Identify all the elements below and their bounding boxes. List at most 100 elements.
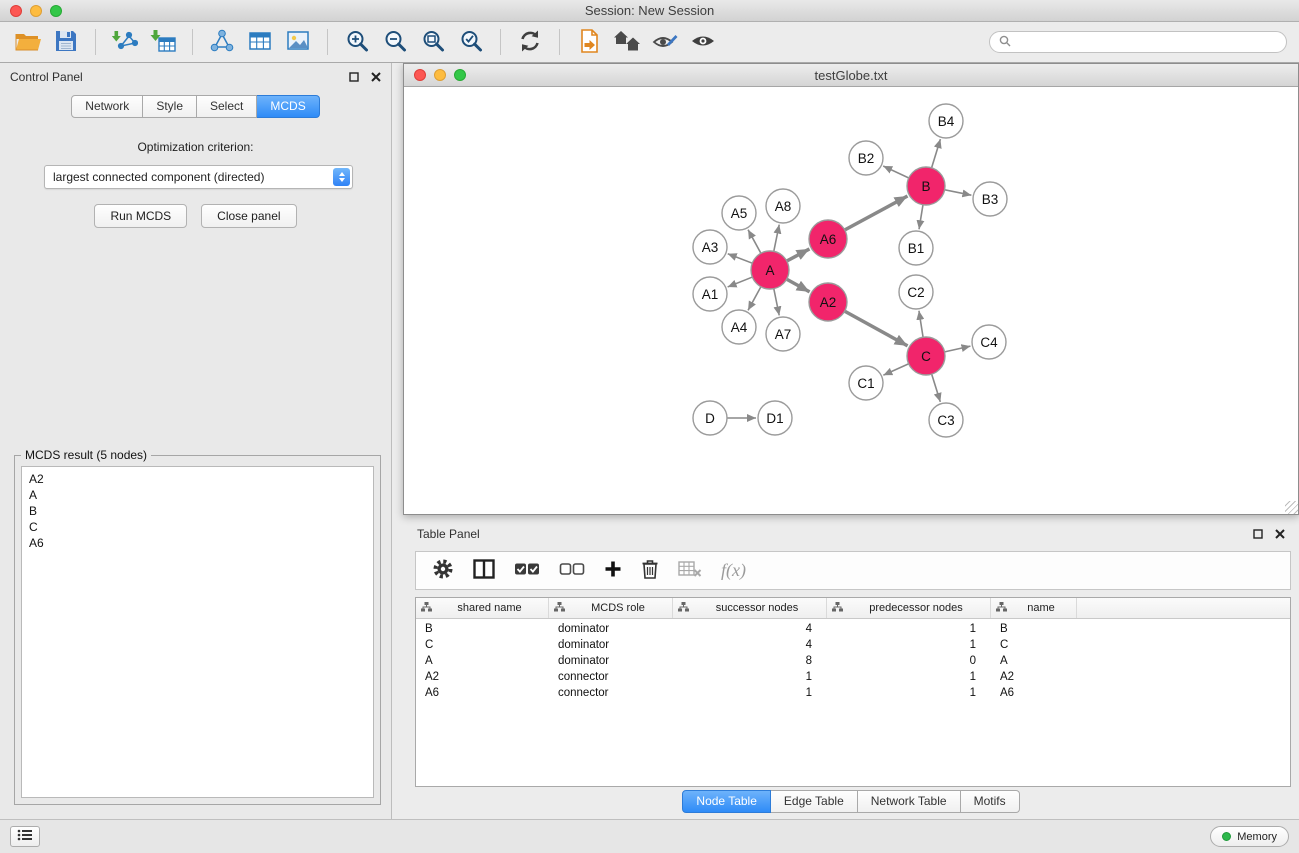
graph-node-A5[interactable]: A5 — [722, 196, 756, 230]
select-all-button[interactable] — [514, 556, 540, 586]
minimize-window-button[interactable] — [30, 5, 42, 17]
delete-column-button[interactable] — [641, 556, 659, 586]
table-cell: 1 — [827, 671, 991, 683]
graph-node-C3[interactable]: C3 — [929, 403, 963, 437]
open-session-button[interactable] — [10, 23, 46, 61]
show-hide-view-button[interactable] — [685, 23, 721, 61]
table-settings-button[interactable] — [432, 556, 454, 586]
import-table-button[interactable] — [145, 23, 181, 61]
graph-node-C4[interactable]: C4 — [972, 325, 1006, 359]
mcds-result-item[interactable]: B — [29, 503, 366, 519]
graph-node-C1[interactable]: C1 — [849, 366, 883, 400]
table-row[interactable]: Adominator80A — [416, 653, 1290, 669]
graph-node-B1[interactable]: B1 — [899, 231, 933, 265]
graph-node-A6[interactable]: A6 — [809, 220, 847, 258]
column-header-empty — [1077, 598, 1290, 618]
zoom-selected-button[interactable] — [453, 23, 489, 61]
table-panel-tabs: Node TableEdge TableNetwork TableMotifs — [403, 790, 1299, 813]
delete-table-button[interactable] — [678, 556, 702, 586]
add-column-button[interactable] — [604, 556, 622, 586]
run-mcds-button[interactable]: Run MCDS — [94, 204, 187, 228]
column-header-name[interactable]: name — [991, 598, 1077, 618]
mcds-result-item[interactable]: A6 — [29, 535, 366, 551]
open-network-from-url-button[interactable] — [571, 23, 607, 61]
zoom-in-button[interactable] — [339, 23, 375, 61]
mcds-result-item[interactable]: A — [29, 487, 366, 503]
graph-node-C2[interactable]: C2 — [899, 275, 933, 309]
import-network-button[interactable] — [107, 23, 143, 61]
new-network-button[interactable] — [204, 23, 240, 61]
table-cell: 0 — [827, 655, 991, 667]
svg-text:C: C — [921, 349, 931, 364]
graph-node-A8[interactable]: A8 — [766, 189, 800, 223]
tab-style[interactable]: Style — [143, 95, 197, 118]
graph-node-D[interactable]: D — [693, 401, 727, 435]
graph-node-A7[interactable]: A7 — [766, 317, 800, 351]
deselect-all-button[interactable] — [559, 556, 585, 586]
trash-icon — [641, 559, 659, 582]
tab-select[interactable]: Select — [197, 95, 257, 118]
zoom-out-button[interactable] — [377, 23, 413, 61]
tab-mcds[interactable]: MCDS — [257, 95, 319, 118]
mcds-result-item[interactable]: A2 — [29, 471, 366, 487]
close-panel-icon[interactable] — [371, 72, 381, 82]
resize-grip[interactable] — [1285, 501, 1298, 514]
column-header-successor-nodes[interactable]: successor nodes — [673, 598, 827, 618]
search-box[interactable] — [989, 31, 1287, 53]
graph-node-B3[interactable]: B3 — [973, 182, 1007, 216]
table-cell: A2 — [416, 671, 549, 683]
new-table-button[interactable] — [242, 23, 278, 61]
window-title: Session: New Session — [0, 3, 1299, 18]
graph-node-B[interactable]: B — [907, 167, 945, 205]
zoom-fit-button[interactable] — [415, 23, 451, 61]
graph-node-B2[interactable]: B2 — [849, 141, 883, 175]
status-bar: Memory — [0, 819, 1299, 853]
search-input[interactable] — [1016, 35, 1277, 49]
task-history-button[interactable] — [10, 826, 40, 847]
column-header-shared-name[interactable]: shared name — [416, 598, 549, 618]
table-tab-edge-table[interactable]: Edge Table — [771, 790, 858, 813]
table-tab-network-table[interactable]: Network Table — [858, 790, 961, 813]
table-row[interactable]: Bdominator41B — [416, 621, 1290, 637]
table-row[interactable]: A2connector11A2 — [416, 669, 1290, 685]
network-window-titlebar[interactable]: testGlobe.txt — [404, 64, 1298, 87]
mcds-result-list[interactable]: A2ABCA6 — [21, 466, 374, 798]
close-panel-button[interactable]: Close panel — [201, 204, 296, 228]
home-button[interactable] — [609, 23, 645, 61]
graph-node-C[interactable]: C — [907, 337, 945, 375]
memory-button[interactable]: Memory — [1210, 826, 1289, 847]
toggle-graphics-details-button[interactable] — [647, 23, 683, 61]
table-row[interactable]: A6connector11A6 — [416, 685, 1290, 701]
function-builder-button[interactable]: f(x) — [721, 556, 746, 586]
close-window-button[interactable] — [10, 5, 22, 17]
mcds-result-item[interactable]: C — [29, 519, 366, 535]
graph-node-A1[interactable]: A1 — [693, 277, 727, 311]
save-session-button[interactable] — [48, 23, 84, 61]
zoom-window-button[interactable] — [50, 5, 62, 17]
float-panel-icon[interactable] — [349, 72, 359, 82]
table-row[interactable]: Cdominator41C — [416, 637, 1290, 653]
refresh-view-button[interactable] — [512, 23, 548, 61]
network-zoom-button[interactable] — [454, 69, 466, 81]
network-close-button[interactable] — [414, 69, 426, 81]
table-tab-motifs[interactable]: Motifs — [961, 790, 1020, 813]
graph-node-A[interactable]: A — [751, 251, 789, 289]
export-image-button[interactable] — [280, 23, 316, 61]
network-minimize-button[interactable] — [434, 69, 446, 81]
optimization-criterion-select[interactable]: largest connected component (directed) — [44, 165, 353, 189]
graph-node-A4[interactable]: A4 — [722, 310, 756, 344]
close-table-panel-icon[interactable] — [1275, 529, 1285, 539]
import-network-icon — [112, 29, 138, 56]
tab-network[interactable]: Network — [71, 95, 143, 118]
column-header-predecessor-nodes[interactable]: predecessor nodes — [827, 598, 991, 618]
float-table-panel-icon[interactable] — [1253, 529, 1263, 539]
network-canvas[interactable]: B4 B2 B B3 A8 A5 A6 A3 B1 A C2 A1 A2 A4 A7 C4 C C1 D D1 C3 — [404, 88, 1298, 514]
table-tab-node-table[interactable]: Node Table — [682, 790, 771, 813]
sitemap-icon — [421, 602, 432, 615]
graph-node-D1[interactable]: D1 — [758, 401, 792, 435]
column-visibility-button[interactable] — [473, 556, 495, 586]
graph-node-A2[interactable]: A2 — [809, 283, 847, 321]
column-header-MCDS-role[interactable]: MCDS role — [549, 598, 673, 618]
graph-node-B4[interactable]: B4 — [929, 104, 963, 138]
graph-node-A3[interactable]: A3 — [693, 230, 727, 264]
